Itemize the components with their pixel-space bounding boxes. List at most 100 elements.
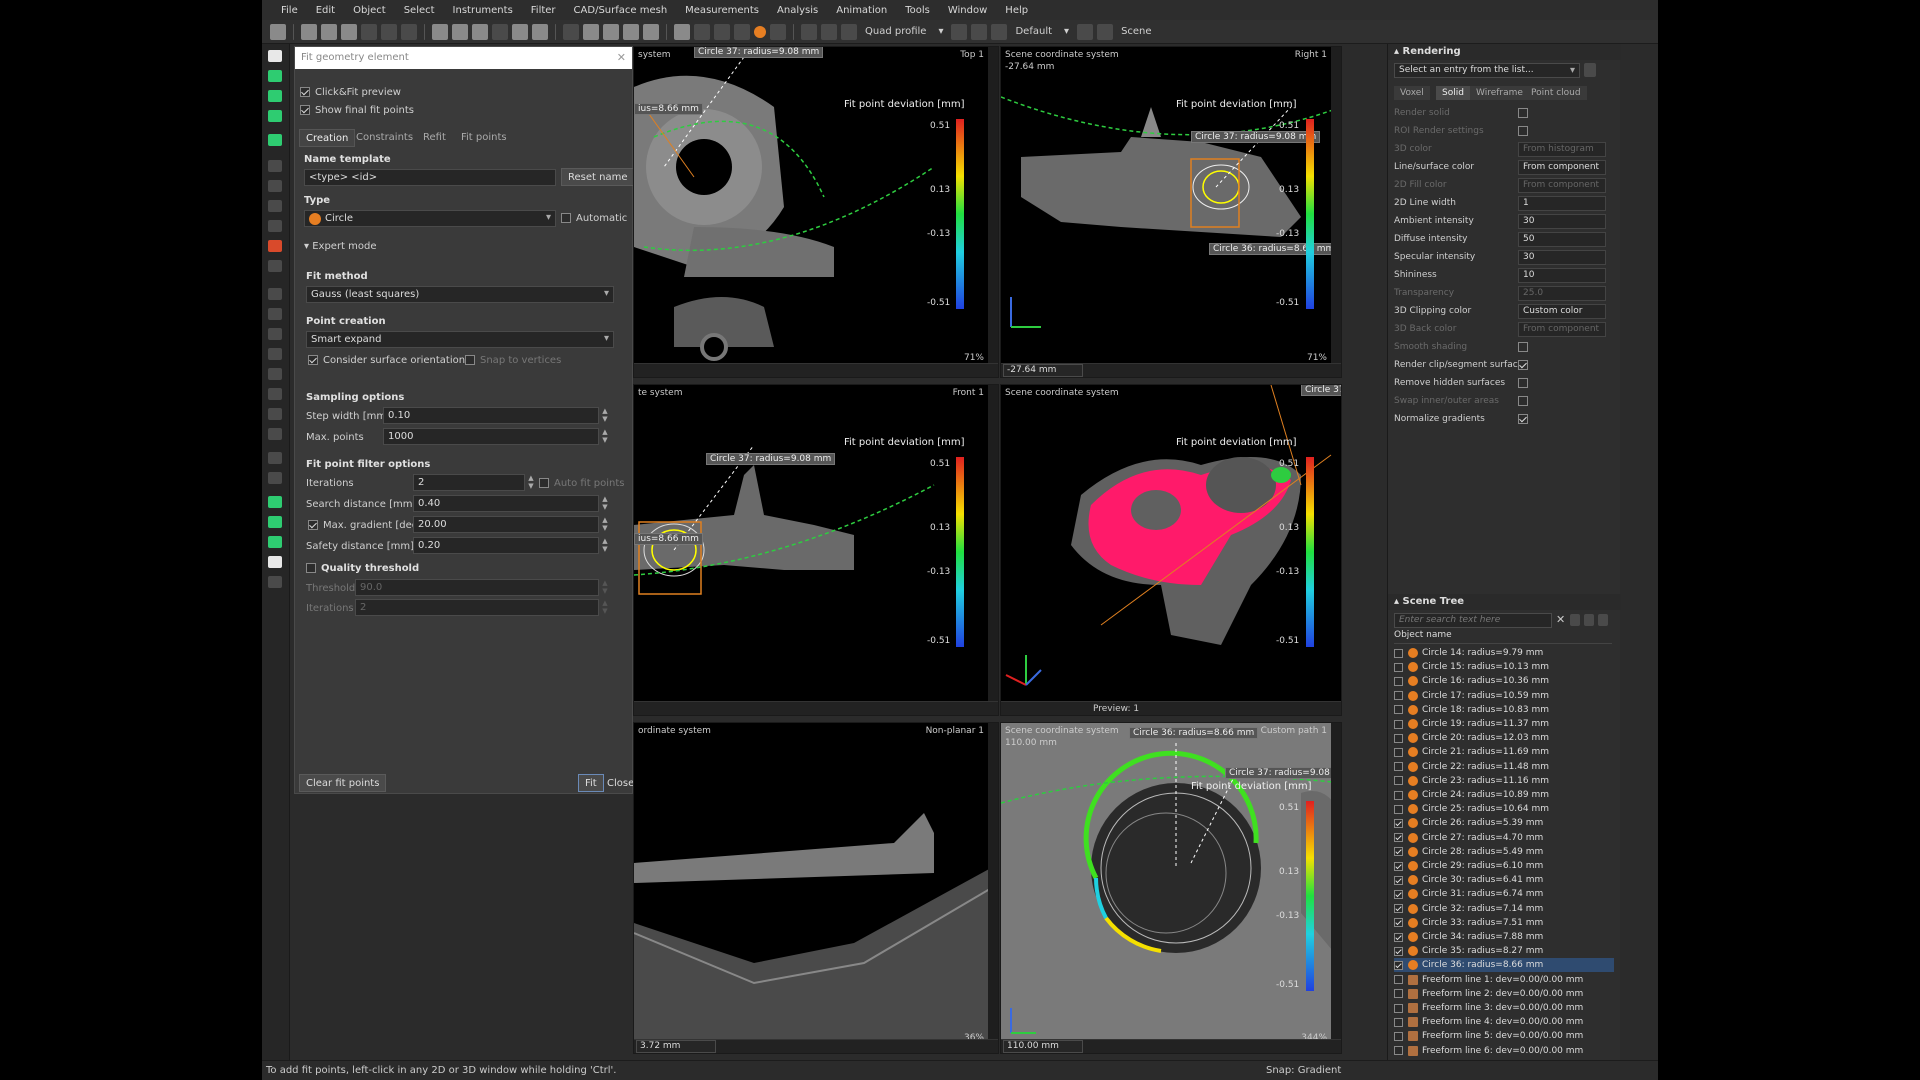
tree-item[interactable]: Circle 21: radius=11.69 mm — [1394, 745, 1614, 759]
move-icon[interactable] — [532, 23, 548, 40]
clear-search-icon[interactable]: ✕ — [1556, 613, 1565, 626]
viewport-front-slice-bar[interactable] — [634, 701, 998, 715]
shape-icon[interactable] — [268, 160, 282, 172]
save-preset-icon[interactable] — [1584, 63, 1596, 77]
menu-select[interactable]: Select — [395, 5, 444, 16]
tree-item[interactable]: Freeform line 6: dev=0.00/0.00 mm — [1394, 1044, 1614, 1058]
reset-name-button[interactable]: Reset name — [561, 168, 635, 186]
type-select[interactable]: Circle — [304, 210, 556, 227]
max-gradient-spinner[interactable]: ▲ ▼ — [601, 516, 609, 533]
tab-refit[interactable]: Refit — [417, 129, 452, 147]
shape-icon[interactable] — [268, 260, 282, 272]
brush-icon[interactable] — [268, 496, 282, 508]
align-icon[interactable] — [583, 23, 599, 40]
tab-fit-points[interactable]: Fit points — [455, 129, 513, 147]
visibility-checkbox[interactable] — [1394, 975, 1403, 985]
search-distance-spinner[interactable]: ▲ ▼ — [601, 495, 609, 512]
play-icon[interactable] — [801, 23, 817, 40]
viewport-custom-path-side-strip[interactable] — [1331, 723, 1341, 1041]
scene-selector[interactable]: Scene — [1097, 23, 1156, 40]
pointer-icon[interactable] — [268, 50, 282, 62]
safety-distance-spinner[interactable]: ▲ ▼ — [601, 537, 609, 554]
expand-icon[interactable] — [1584, 614, 1594, 626]
viewport-right-side-strip[interactable] — [1331, 47, 1341, 365]
tree-item[interactable]: Circle 14: radius=9.79 mm — [1394, 646, 1614, 660]
comment-icon[interactable] — [821, 23, 837, 40]
tree-item[interactable]: Circle 33: radius=7.51 mm — [1394, 916, 1614, 930]
visibility-checkbox[interactable] — [1394, 946, 1403, 956]
visibility-checkbox[interactable] — [1394, 1031, 1403, 1041]
iterations-spinner[interactable]: ▲ ▼ — [527, 474, 535, 491]
copy-icon[interactable] — [452, 23, 468, 40]
step-width-spinner[interactable]: ▲ ▼ — [601, 407, 609, 424]
measure-icon[interactable] — [643, 23, 659, 40]
viewport-custom-path[interactable]: Scene coordinate system 110.00 mm Custom… — [1000, 722, 1342, 1054]
column-header-object-name[interactable]: Object name — [1394, 630, 1612, 644]
visibility-checkbox[interactable] — [1394, 776, 1403, 786]
slice-position-input[interactable]: 3.72 mm — [636, 1040, 716, 1053]
max-points-input[interactable]: 1000 — [383, 428, 599, 445]
open-file-icon[interactable] — [301, 23, 317, 40]
shape-icon[interactable] — [268, 452, 282, 464]
cut-icon[interactable] — [432, 23, 448, 40]
rendering-option-value[interactable]: Custom color — [1518, 304, 1606, 319]
shape-icon[interactable] — [268, 220, 282, 232]
visibility-checkbox[interactable] — [1394, 705, 1403, 715]
visibility-checkbox[interactable] — [1394, 1046, 1403, 1056]
tree-item[interactable]: Circle 24: radius=10.89 mm — [1394, 788, 1614, 802]
visibility-checkbox[interactable] — [1394, 989, 1403, 999]
menu-cad-surface-mesh[interactable]: CAD/Surface mesh — [565, 5, 677, 16]
shape-icon[interactable] — [268, 348, 282, 360]
fit-method-select[interactable]: Gauss (least squares) — [306, 286, 614, 303]
layout-grid-icon[interactable] — [951, 23, 968, 40]
circle-36-tag[interactable]: Circle 36: radius=8.66 mm — [1129, 727, 1259, 739]
tool-icon[interactable] — [1077, 23, 1094, 40]
geometry-icon[interactable] — [268, 240, 282, 252]
tree-item[interactable]: Circle 27: radius=4.70 mm — [1394, 831, 1614, 845]
tree-item[interactable]: Circle 28: radius=5.49 mm — [1394, 845, 1614, 859]
profile-selector[interactable]: Quad profile ▾ — [841, 23, 947, 40]
visibility-checkbox[interactable] — [1394, 662, 1403, 672]
tree-item[interactable]: Circle 18: radius=10.83 mm — [1394, 703, 1614, 717]
menu-object[interactable]: Object — [344, 5, 395, 16]
rectangle-select-icon[interactable] — [268, 90, 282, 102]
layout-icon[interactable] — [563, 23, 579, 40]
tree-item[interactable]: Circle 16: radius=10.36 mm — [1394, 674, 1614, 688]
circle-36-tag[interactable]: Circle 36: radius=8.66 mm — [1209, 243, 1339, 255]
expert-mode-toggle[interactable]: ▾ Expert mode — [304, 241, 377, 252]
quality-iterations-input[interactable]: 2 — [355, 599, 599, 616]
paste-icon[interactable] — [472, 23, 488, 40]
sphere-icon[interactable] — [754, 25, 766, 38]
quality-iterations-spinner[interactable]: ▲ ▼ — [601, 599, 609, 616]
visibility-checkbox[interactable] — [1394, 1003, 1403, 1013]
visibility-checkbox[interactable] — [1394, 691, 1403, 701]
circle-36-tag[interactable]: ius=8.66 mm — [634, 103, 703, 115]
square-icon[interactable] — [268, 556, 282, 568]
fill-icon[interactable] — [268, 134, 282, 146]
snap-vertices-checkbox[interactable]: Snap to vertices — [465, 355, 561, 366]
scene-tree-search-input[interactable]: Enter search text here — [1394, 613, 1552, 628]
visibility-checkbox[interactable] — [1394, 875, 1403, 885]
tree-item[interactable]: Freeform line 4: dev=0.00/0.00 mm — [1394, 1015, 1614, 1029]
viewport-non-planar-side-strip[interactable] — [988, 723, 998, 1041]
visibility-checkbox[interactable] — [1394, 918, 1403, 928]
tab-wireframe[interactable]: Wireframe — [1470, 86, 1529, 100]
viewport-front[interactable]: te system Front 1 Circle 37: radius=9.08… — [633, 384, 999, 716]
shape-icon[interactable] — [268, 328, 282, 340]
shape-icon[interactable] — [268, 308, 282, 320]
tree-item[interactable]: Circle 26: radius=5.39 mm — [1394, 816, 1614, 830]
step-width-input[interactable]: 0.10 — [383, 407, 599, 424]
viewport-top[interactable]: system Top 1 Circle 37: radius=9.08 mm i… — [633, 46, 999, 378]
point-creation-select[interactable]: Smart expand — [306, 331, 614, 348]
tree-item[interactable]: Circle 31: radius=6.74 mm — [1394, 887, 1614, 901]
tree-item[interactable]: Circle 23: radius=11.16 mm — [1394, 774, 1614, 788]
threshold-spinner[interactable]: ▲ ▼ — [601, 579, 609, 596]
snap-status[interactable]: Snap: Gradient — [1266, 1065, 1341, 1076]
rendering-option-checkbox[interactable] — [1518, 414, 1528, 424]
rendering-option-value[interactable]: 50 — [1518, 232, 1606, 247]
layers-icon[interactable] — [268, 576, 282, 588]
visibility-checkbox[interactable] — [1394, 833, 1403, 843]
rendering-option-value[interactable]: From component — [1518, 160, 1606, 175]
tab-solid[interactable]: Solid — [1436, 86, 1470, 100]
grid-icon[interactable] — [734, 23, 750, 40]
